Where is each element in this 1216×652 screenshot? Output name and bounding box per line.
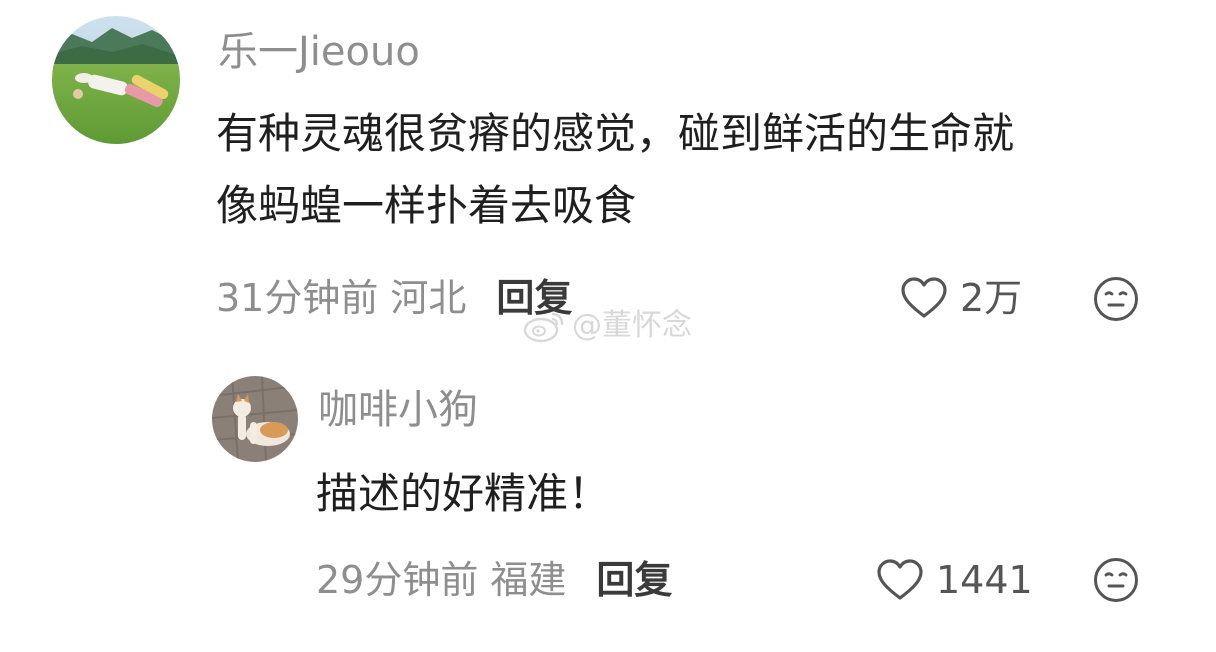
like-button[interactable]: 2万 — [900, 274, 1022, 322]
heart-icon — [901, 277, 947, 318]
like-button[interactable]: 1441 — [876, 556, 1033, 604]
watermark-text: @董怀念 — [572, 308, 692, 343]
comment-text-line: 有种灵魂很贫瘠的感觉，碰到鲜活的生命就 — [216, 109, 1015, 158]
reply-text: 描述的好精准！ — [316, 458, 610, 530]
reply-button[interactable]: 回复 — [596, 556, 672, 604]
comment-thread: 乐一Jieouo 有种灵魂很贫瘠的感觉，碰到鲜活的生命就 像蚂蝗一样扑着去吸食 … — [0, 0, 1216, 652]
commenter-avatar[interactable] — [52, 16, 180, 144]
comment-text: 有种灵魂很贫瘠的感觉，碰到鲜活的生命就 像蚂蝗一样扑着去吸食 — [216, 98, 1014, 242]
neutral-face-icon[interactable] — [1093, 557, 1139, 603]
weibo-logo-icon — [523, 312, 564, 343]
watermark: @董怀念 — [522, 306, 692, 346]
like-count: 1441 — [936, 558, 1033, 602]
comment-time: 31分钟前 — [216, 276, 379, 320]
reply-time: 29分钟前 — [316, 558, 479, 602]
reply-meta: 29分钟前 福建 回复 — [316, 556, 672, 604]
replier-avatar[interactable] — [212, 376, 298, 462]
comment-location: 河北 — [390, 276, 467, 320]
like-count: 2万 — [960, 276, 1023, 320]
commenter-username[interactable]: 乐一Jieouo — [218, 28, 420, 76]
heart-icon — [877, 559, 923, 600]
replier-username[interactable]: 咖啡小狗 — [318, 386, 478, 434]
comment-text-line: 像蚂蝗一样扑着去吸食 — [216, 181, 637, 230]
reply-location: 福建 — [490, 558, 567, 602]
reply-text-line: 描述的好精准！ — [316, 469, 611, 518]
neutral-face-icon[interactable] — [1093, 276, 1139, 322]
comment-meta: 31分钟前 河北 回复 — [216, 274, 572, 322]
